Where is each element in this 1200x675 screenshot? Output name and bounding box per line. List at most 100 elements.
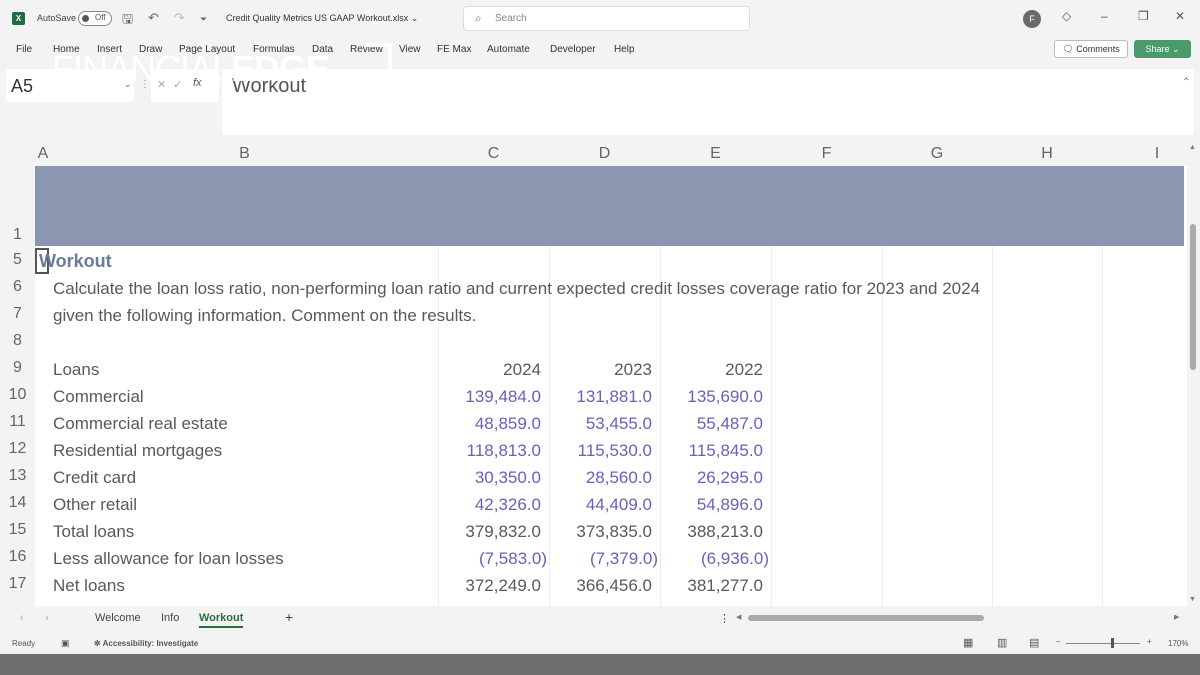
row-label-allowance[interactable]: Less allowance for loan losses (53, 549, 284, 569)
table-cell[interactable]: 115,530.0 (549, 441, 652, 461)
table-cell[interactable]: 139,484.0 (438, 387, 541, 407)
macro-record-icon[interactable]: ▣ (61, 638, 70, 649)
table-cell[interactable]: 53,455.0 (549, 414, 652, 434)
scroll-right-icon[interactable]: ▶ (1174, 613, 1179, 621)
diamond-icon[interactable]: ◇ (1062, 9, 1071, 23)
table-cell[interactable]: 44,409.0 (549, 495, 652, 515)
row-header-14[interactable]: 14 (0, 489, 35, 516)
row-header-17[interactable]: 17 (0, 570, 35, 597)
comments-button[interactable]: 🗨 Comments (1054, 40, 1128, 58)
page-layout-view-icon[interactable]: ▥ (997, 636, 1007, 649)
vertical-scrollbar[interactable]: ▲ ▼ (1187, 142, 1200, 606)
row-label-credit-card[interactable]: Credit card (53, 468, 136, 488)
column-header-i[interactable]: I (1102, 142, 1187, 166)
horizontal-scroll-thumb[interactable] (748, 615, 984, 621)
zoom-out-icon[interactable]: – (1056, 637, 1060, 646)
table-cell[interactable]: 54,896.0 (660, 495, 763, 515)
table-cell[interactable]: 372,249.0 (438, 576, 541, 596)
table-cell[interactable]: 48,859.0 (438, 414, 541, 434)
column-header-f[interactable]: F (771, 142, 882, 166)
minimize-icon[interactable]: – (1101, 9, 1108, 23)
column-header-e[interactable]: E (660, 142, 771, 166)
table-cell[interactable]: (7,379.0) (549, 549, 658, 569)
instruction-line-1[interactable]: Calculate the loan loss ratio, non-perfo… (53, 279, 980, 299)
tab-fe-max[interactable]: FE Max (437, 44, 471, 55)
year-header-2024[interactable]: 2024 (438, 360, 541, 380)
row-header-15[interactable]: 15 (0, 516, 35, 543)
share-button[interactable]: Share ⌄ (1134, 40, 1191, 58)
row-header-7[interactable]: 7 (0, 300, 35, 327)
loans-header[interactable]: Loans (53, 360, 99, 380)
scroll-down-icon[interactable]: ▼ (1189, 596, 1196, 603)
row-header-1[interactable]: 1 (0, 166, 35, 246)
table-cell[interactable]: 115,845.0 (660, 441, 763, 461)
table-cell[interactable]: 26,295.0 (660, 468, 763, 488)
row-header-9[interactable]: 9 (0, 354, 35, 381)
table-cell[interactable]: 42,326.0 (438, 495, 541, 515)
prev-sheet-icon[interactable]: ‹ (20, 612, 24, 624)
search-box[interactable]: ⌕ Search (463, 6, 750, 31)
instruction-line-2[interactable]: given the following information. Comment… (53, 306, 476, 326)
select-all-corner[interactable] (0, 142, 35, 166)
zoom-in-icon[interactable]: + (1147, 637, 1152, 646)
tab-view[interactable]: View (399, 44, 421, 55)
row-header-11[interactable]: 11 (0, 408, 35, 435)
close-icon[interactable]: ✕ (1175, 9, 1185, 23)
column-header-d[interactable]: D (549, 142, 660, 166)
row-label-residential-mortgages[interactable]: Residential mortgages (53, 441, 222, 461)
zoom-slider-thumb[interactable] (1111, 638, 1114, 648)
row-label-other-retail[interactable]: Other retail (53, 495, 137, 515)
column-header-h[interactable]: H (992, 142, 1102, 166)
chevron-up-icon[interactable]: ⌃ (1182, 77, 1190, 88)
table-cell[interactable]: 131,881.0 (549, 387, 652, 407)
table-cell[interactable]: 379,832.0 (438, 522, 541, 542)
redo-icon[interactable]: ↷ (174, 10, 185, 26)
vertical-scroll-thumb[interactable] (1190, 224, 1196, 370)
table-cell[interactable]: (6,936.0) (660, 549, 769, 569)
next-sheet-icon[interactable]: › (45, 612, 49, 624)
sheet-tab-info[interactable]: Info (161, 612, 179, 624)
year-header-2022[interactable]: 2022 (660, 360, 763, 380)
tab-automate[interactable]: Automate (487, 44, 530, 55)
row-label-commercial-real-estate[interactable]: Commercial real estate (53, 414, 228, 434)
horizontal-scrollbar[interactable]: ◀ ▶ (736, 613, 1182, 623)
column-header-b[interactable]: B (51, 142, 438, 166)
scroll-up-icon[interactable]: ▲ (1189, 144, 1196, 151)
zoom-slider[interactable] (1066, 643, 1140, 644)
normal-view-icon[interactable]: ▦ (963, 636, 973, 649)
row-label-total-loans[interactable]: Total loans (53, 522, 134, 542)
column-header-g[interactable]: G (882, 142, 992, 166)
table-cell[interactable]: 388,213.0 (660, 522, 763, 542)
row-label-commercial[interactable]: Commercial (53, 387, 144, 407)
scroll-left-icon[interactable]: ◀ (736, 613, 741, 621)
row-header-5[interactable]: 5 (0, 246, 35, 273)
row-header-12[interactable]: 12 (0, 435, 35, 462)
row-header-8[interactable]: 8 (0, 327, 35, 354)
add-sheet-icon[interactable]: + (285, 609, 293, 625)
row-header-6[interactable]: 6 (0, 273, 35, 300)
accessibility-status[interactable]: ✲ Accessibility: Investigate (94, 639, 198, 648)
table-cell[interactable]: 366,456.0 (549, 576, 652, 596)
autosave-toggle[interactable]: Off (78, 11, 112, 26)
table-cell[interactable]: 55,487.0 (660, 414, 763, 434)
more-icon[interactable]: ⋮ (719, 612, 730, 625)
tab-help[interactable]: Help (614, 44, 635, 55)
avatar[interactable]: F (1023, 10, 1041, 28)
customize-qat-icon[interactable]: ⏷ (200, 14, 207, 25)
document-title[interactable]: Credit Quality Metrics US GAAP Workout.x… (226, 13, 418, 24)
zoom-level[interactable]: 170% (1168, 639, 1188, 648)
row-label-net-loans[interactable]: Net loans (53, 576, 125, 596)
table-cell[interactable]: 30,350.0 (438, 468, 541, 488)
column-header-c[interactable]: C (438, 142, 549, 166)
row-header-10[interactable]: 10 (0, 381, 35, 408)
table-cell[interactable]: 135,690.0 (660, 387, 763, 407)
page-break-view-icon[interactable]: ▤ (1029, 636, 1039, 649)
column-header-a[interactable]: A (35, 142, 51, 166)
table-cell[interactable]: 28,560.0 (549, 468, 652, 488)
table-cell[interactable]: 118,813.0 (438, 441, 541, 461)
undo-icon[interactable]: ↶ (148, 10, 159, 26)
sheet-tab-workout[interactable]: Workout (199, 612, 244, 628)
row-header-13[interactable]: 13 (0, 462, 35, 489)
row-header-16[interactable]: 16 (0, 543, 35, 570)
formula-bar[interactable]: Workout ⌃ (222, 69, 1194, 135)
